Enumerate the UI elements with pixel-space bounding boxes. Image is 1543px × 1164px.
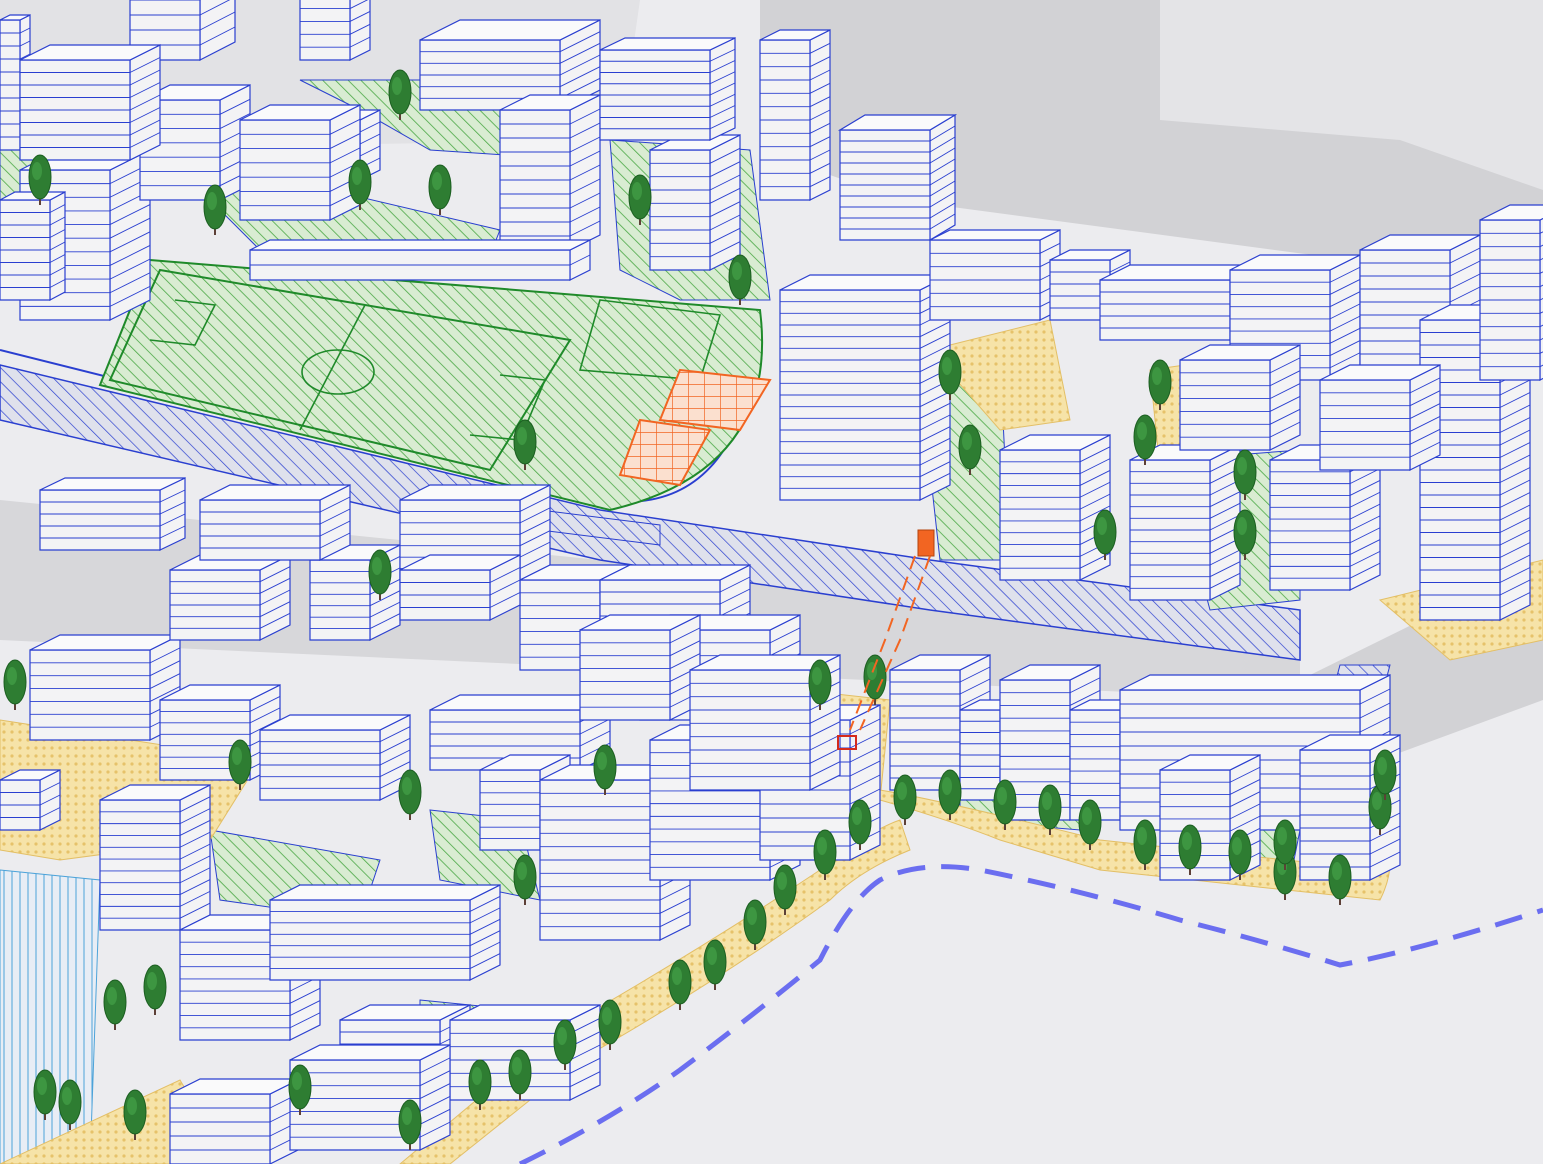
building-block [499, 94, 601, 251]
building-block [999, 434, 1111, 581]
building-block [299, 0, 371, 61]
building-block [239, 104, 361, 221]
building-block [289, 1044, 451, 1151]
building-block [599, 37, 736, 141]
transit-entrance-icon [917, 529, 935, 557]
building-block [759, 29, 831, 201]
building-block [29, 634, 181, 741]
building-block [1179, 344, 1301, 451]
building-block [39, 477, 186, 551]
building-block [169, 554, 291, 641]
isometric-urban-map [0, 0, 1543, 1164]
building-block [259, 714, 411, 801]
building-block [929, 229, 1061, 321]
building-block [0, 191, 66, 301]
building-block [1129, 444, 1241, 601]
building-block [19, 44, 161, 161]
building-block [579, 614, 701, 721]
building-block [249, 239, 591, 281]
building-block [779, 274, 951, 501]
building-block [649, 134, 741, 271]
building-block [1319, 364, 1441, 471]
building-block [0, 769, 61, 831]
building-block [169, 1078, 301, 1164]
building-block [837, 113, 958, 242]
building-block [99, 784, 211, 931]
building-block [199, 484, 351, 561]
building-block [269, 884, 501, 981]
building-block [1479, 204, 1543, 381]
building-block [399, 554, 521, 621]
